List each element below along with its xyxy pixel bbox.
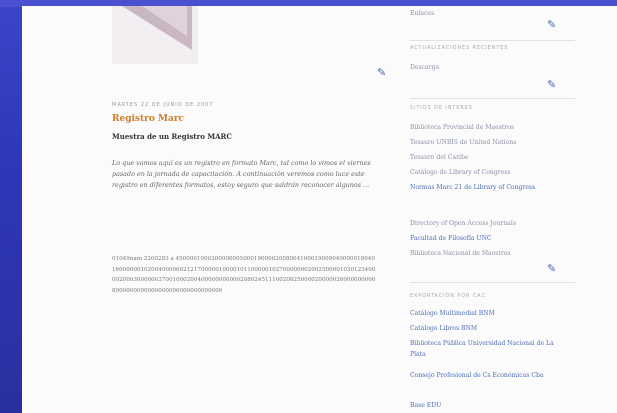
- post-title[interactable]: Registro Marc: [112, 114, 184, 124]
- sidebar-link[interactable]: Normas Marc 21 de Library of Congress: [410, 182, 570, 193]
- edit-icon[interactable]: ✎: [547, 78, 556, 91]
- sidebar-link[interactable]: Biblioteca Provincial de Maestros: [410, 122, 514, 133]
- sidebar-link[interactable]: Base EDU: [410, 400, 441, 411]
- section-title: EXPORTACIÓN POR CAC: [410, 294, 486, 299]
- sidebar-link[interactable]: Catálogo de Library of Congress: [410, 167, 510, 178]
- sidebar-link[interactable]: Catálogo Multimedial BNM: [410, 308, 495, 319]
- edit-icon[interactable]: ✎: [547, 262, 556, 275]
- sidebar-link[interactable]: Tesauro del Caribe: [410, 152, 468, 163]
- header-image: [112, 6, 198, 64]
- sidebar-link[interactable]: Descarga: [410, 62, 439, 73]
- divider: [410, 98, 575, 99]
- edit-icon[interactable]: ✎: [547, 18, 556, 31]
- header-shape-2: [142, 6, 187, 36]
- sidebar-link[interactable]: Facultad de Filosofía UNC: [410, 233, 492, 244]
- sidebar-link[interactable]: Directory of Open Access Journals: [410, 218, 516, 229]
- section-title: ACTUALIZACIONES RECIENTES: [410, 46, 509, 51]
- post-date: MARTES 22 DE JUNIO DE 2007: [112, 102, 214, 108]
- sidebar-link[interactable]: Tesauro UNBIS de United Nations: [410, 137, 516, 148]
- marc-record: 01049nam 2200283 a 450000100020000000500…: [112, 256, 376, 294]
- sidebar-link[interactable]: Catálogo Libros BNM: [410, 323, 477, 334]
- divider: [410, 282, 575, 283]
- post-intro: Lo que vamos aquí es un registro en form…: [112, 159, 371, 189]
- section-title: SITIOS DE INTERES: [410, 106, 473, 111]
- post-subtitle: Muestra de un Registro MARC: [112, 132, 232, 141]
- sidebar-link[interactable]: Biblioteca Nacional de Maestros: [410, 248, 511, 259]
- blog-page: ✎ MARTES 22 DE JUNIO DE 2007 Registro Ma…: [22, 6, 617, 413]
- sidebar-top-link[interactable]: Enlaces: [410, 8, 434, 19]
- divider: [410, 40, 575, 41]
- sidebar-link[interactable]: Consejo Profesional de Cs Económicas Cba: [410, 370, 565, 381]
- edit-icon[interactable]: ✎: [377, 66, 386, 79]
- sidebar-link[interactable]: Biblioteca Pública Universidad Nacional …: [410, 338, 565, 360]
